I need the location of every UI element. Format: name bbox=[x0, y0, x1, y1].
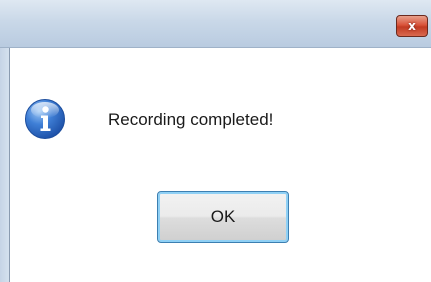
ok-button[interactable]: OK bbox=[157, 191, 289, 243]
dialog-body bbox=[9, 48, 431, 282]
message-dialog: x Recording completed! OK bbox=[0, 0, 431, 282]
ok-button-label: OK bbox=[210, 207, 236, 226]
information-icon bbox=[25, 99, 65, 139]
title-bar[interactable]: x bbox=[0, 0, 431, 48]
close-button[interactable]: x bbox=[396, 15, 428, 37]
dialog-message: Recording completed! bbox=[108, 110, 274, 129]
close-icon: x bbox=[408, 19, 416, 33]
window-frame bbox=[0, 48, 9, 282]
